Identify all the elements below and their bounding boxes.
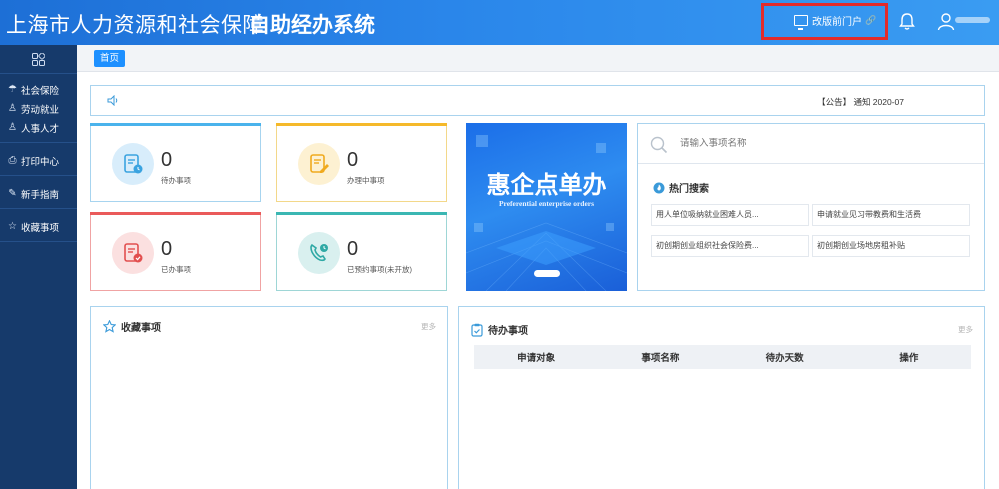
stat-label: 待办事项: [161, 176, 191, 185]
umbrella-icon: ☂: [8, 84, 17, 95]
pending-icon: [112, 143, 154, 185]
stat-count: 0: [161, 238, 173, 260]
column-header: 待办天数: [765, 353, 804, 364]
star-icon: ☆: [8, 221, 17, 232]
todo-title-label: 待办事项: [488, 326, 528, 337]
favorites-more-link[interactable]: 更多: [421, 321, 436, 332]
sidebar-divider: [0, 175, 77, 176]
sidebar: ☂ 社会保险 ♙ 劳动就业 ♙ 人事人才 ⎙ 打印中心 ✎ 新手指南 ☆ 收藏事…: [0, 45, 77, 489]
stat-card-completed[interactable]: 0 已办事项: [90, 212, 261, 291]
sidebar-item-label: 社会保险: [21, 85, 60, 97]
column-header: 申请对象: [517, 353, 556, 364]
hot-search-item[interactable]: 初创期创业场地房租补贴: [812, 235, 970, 257]
notice-bar[interactable]: 【公告】 通知 2020-07: [90, 85, 985, 116]
sidebar-item-label: 打印中心: [21, 156, 60, 168]
todo-title: 待办事项: [471, 322, 528, 337]
guide-icon: ✎: [8, 188, 17, 199]
column-header: 事项名称: [641, 353, 680, 364]
search-row: [638, 124, 984, 164]
tab-home[interactable]: 首页: [94, 50, 126, 67]
search-panel: 热门搜索 用人单位吸纳就业困难人员... 申请就业见习带教费和生活费 初创期创业…: [637, 123, 985, 291]
username-redacted[interactable]: [955, 17, 990, 23]
sidebar-item-social-insurance[interactable]: ☂ 社会保险: [0, 80, 77, 99]
old-portal-label: 改版前门户: [812, 17, 862, 28]
stat-card-pending[interactable]: 0 待办事项: [90, 123, 261, 202]
search-icon[interactable]: [650, 136, 668, 154]
sidebar-item-hr-talent[interactable]: ♙ 人事人才: [0, 118, 77, 137]
app-title: 上海市人力资源和社会保障: [6, 14, 264, 37]
stat-count: 0: [347, 149, 359, 171]
notice-text[interactable]: 【公告】 通知 2020-07: [817, 96, 904, 108]
sidebar-divider: [0, 241, 77, 242]
promo-banner[interactable]: 惠企点单办 Preferential enterprise orders: [466, 123, 627, 291]
hot-search-item[interactable]: 初创期创业组织社会保险费...: [651, 235, 809, 257]
stat-label: 办理中事项: [347, 176, 385, 185]
search-input[interactable]: [680, 138, 960, 149]
printer-icon: ⎙: [8, 155, 17, 166]
favorites-panel: 收藏事项 更多: [90, 306, 448, 489]
stat-card-booked[interactable]: 0 已预约事项(未开放): [276, 212, 447, 291]
user-icon[interactable]: [937, 12, 955, 31]
hot-search-title: 热门搜索: [653, 180, 709, 195]
sidebar-item-label: 收藏事项: [21, 222, 60, 234]
grid-icon: [32, 52, 45, 66]
phone-clock-icon: [298, 232, 340, 274]
stat-label: 已预约事项(未开放): [347, 265, 412, 274]
people-icon: ♙: [8, 122, 17, 133]
todo-panel: 待办事项 更多 申请对象 事项名称 待办天数 操作: [458, 306, 985, 489]
old-portal-button[interactable]: 改版前门户 🔗: [794, 13, 877, 30]
stat-count: 0: [161, 149, 173, 171]
tab-bar: 首页: [77, 45, 999, 72]
sidebar-divider: [0, 208, 77, 209]
clipboard-icon: [471, 323, 483, 337]
stat-label: 已办事项: [161, 265, 191, 274]
sidebar-item-label: 新手指南: [21, 189, 60, 201]
todo-more-link[interactable]: 更多: [958, 324, 973, 335]
speaker-icon: [107, 95, 118, 106]
hot-search-label: 热门搜索: [669, 184, 709, 195]
hot-search-icon: [653, 182, 665, 193]
app-header: 上海市人力资源和社会保障 自助经办系统 改版前门户 🔗: [0, 0, 999, 45]
sidebar-item-favorites[interactable]: ☆ 收藏事项: [0, 217, 77, 236]
hot-search-item[interactable]: 用人单位吸纳就业困难人员...: [651, 204, 809, 226]
link-icon: 🔗: [865, 15, 877, 25]
column-header: 操作: [899, 353, 919, 364]
favorites-title: 收藏事项: [103, 319, 161, 334]
star-icon: [103, 320, 116, 333]
done-doc-icon: [112, 232, 154, 274]
sidebar-item-employment[interactable]: ♙ 劳动就业: [0, 99, 77, 118]
stat-count: 0: [347, 238, 359, 260]
todo-table-header: 申请对象 事项名称 待办天数 操作: [474, 345, 971, 369]
sidebar-item-label: 劳动就业: [21, 104, 60, 116]
hot-search-item[interactable]: 申请就业见习带教费和生活费: [812, 204, 970, 226]
person-icon: ♙: [8, 103, 17, 114]
monitor-icon: [794, 15, 808, 30]
banner-button[interactable]: [534, 270, 560, 277]
banner-subtitle: Preferential enterprise orders: [498, 199, 595, 208]
sidebar-item-label: 人事人才: [21, 123, 60, 135]
favorites-title-label: 收藏事项: [121, 323, 161, 334]
sidebar-divider: [0, 142, 77, 143]
bell-icon[interactable]: [898, 12, 916, 31]
banner-title: 惠企点单办: [486, 170, 607, 199]
sidebar-item-print-center[interactable]: ⎙ 打印中心: [0, 151, 77, 170]
stat-card-in-progress[interactable]: 0 办理中事项: [276, 123, 447, 202]
app-subtitle: 自助经办系统: [249, 14, 375, 37]
menu-grid-button[interactable]: [0, 45, 77, 74]
edit-doc-icon: [298, 143, 340, 185]
sidebar-item-guide[interactable]: ✎ 新手指南: [0, 184, 77, 203]
